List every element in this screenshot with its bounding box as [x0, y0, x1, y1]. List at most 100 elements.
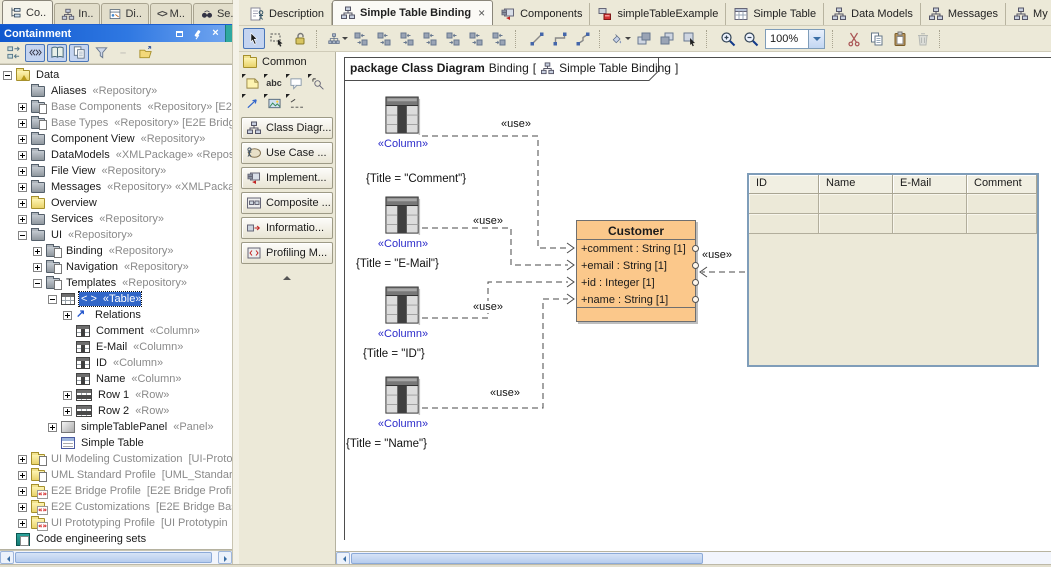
use-dependency-comment[interactable] — [422, 136, 568, 248]
left-tab-di[interactable]: Di.. — [101, 3, 149, 24]
palette-group-common[interactable]: Common — [241, 54, 333, 70]
expander-minus-icon[interactable] — [48, 295, 57, 304]
tree-item-ui-prototyping-profile[interactable]: UI Prototyping Profile[UI Prototypin — [0, 515, 232, 531]
tree-item-messages[interactable]: Messages«Repository» «XMLPackag — [0, 179, 232, 195]
tab-description[interactable]: Description — [242, 3, 332, 25]
tree-item-id[interactable]: ID«Column» — [0, 355, 232, 371]
left-tab-in[interactable]: In.. — [54, 3, 100, 24]
expander-plus-icon[interactable] — [33, 263, 42, 272]
tree-item-overview[interactable]: Overview — [0, 195, 232, 211]
tree-item-templates[interactable]: Templates«Repository» — [0, 275, 232, 291]
format-painter-button[interactable] — [610, 28, 632, 49]
palette-button-profiling-m[interactable]: Profiling M... — [241, 242, 333, 264]
expander-plus-icon[interactable] — [48, 423, 57, 432]
containment-title-bar[interactable]: Containment × — [0, 25, 232, 42]
send-to-back-button[interactable] — [656, 28, 678, 49]
class-attribute[interactable]: +comment : String [1] — [577, 241, 695, 258]
expander-plus-icon[interactable] — [18, 151, 27, 160]
tree-item-services[interactable]: Services«Repository» — [0, 211, 232, 227]
tree-item-datamodels[interactable]: DataModels«XMLPackage» «Reposit — [0, 147, 232, 163]
tree-item-e2e-customizations[interactable]: E2E Customizations[E2E Bridge Base — [0, 499, 232, 515]
use-edge-label[interactable]: «use» — [471, 301, 505, 313]
float-button[interactable] — [173, 27, 186, 40]
stack-vertically-button[interactable] — [442, 28, 464, 49]
expander-plus-icon[interactable] — [18, 199, 27, 208]
tree-item-[interactable]: < >«Table» — [0, 291, 232, 307]
tab-close-button[interactable]: × — [478, 6, 485, 20]
tab-simple-table-binding[interactable]: Simple Table Binding× — [332, 0, 493, 25]
zoom-in-button[interactable] — [717, 28, 739, 49]
scroll-left-arrow[interactable] — [0, 551, 14, 564]
class-attribute[interactable]: +name : String [1] — [577, 292, 695, 309]
tab-my-objects[interactable]: My Objects — [1006, 3, 1051, 25]
tree-item-navigation[interactable]: Navigation«Repository» — [0, 259, 232, 275]
scroll-right-arrow[interactable] — [218, 551, 232, 564]
palette-tool-anchor[interactable] — [307, 73, 329, 93]
scroll-thumb[interactable] — [351, 553, 703, 564]
column-title-constraint[interactable]: {Title = "E-Mail"} — [356, 258, 439, 270]
palette-tool-dashed-line[interactable] — [285, 93, 307, 113]
tab-messages[interactable]: Messages — [921, 3, 1006, 25]
use-edge-label[interactable]: «use» — [700, 249, 734, 261]
pin-button[interactable] — [191, 27, 204, 40]
class-attribute[interactable]: +email : String [1] — [577, 258, 695, 275]
expander-plus-icon[interactable] — [18, 215, 27, 224]
diagram-canvas[interactable]: package Class Diagram Binding [ Simple T… — [336, 52, 1051, 564]
diagram-frame-header[interactable]: package Class Diagram Binding [ Simple T… — [344, 57, 659, 81]
expander-plus-icon[interactable] — [18, 471, 27, 480]
expander-minus-icon[interactable] — [3, 71, 12, 80]
tree-item-ui-modeling-customization[interactable]: UI Modeling Customization[UI-Proto — [0, 451, 232, 467]
expander-plus-icon[interactable] — [18, 503, 27, 512]
align-middle-button[interactable] — [396, 28, 418, 49]
left-tab-co[interactable]: Co.. — [2, 0, 53, 24]
palette-button-implement[interactable]: Implement... — [241, 167, 333, 189]
cut-button[interactable] — [843, 28, 865, 49]
column-stereotype-label[interactable]: «Column» — [374, 418, 432, 430]
copy-button[interactable] — [866, 28, 888, 49]
expander-plus-icon[interactable] — [18, 119, 27, 128]
zoom-out-button[interactable] — [740, 28, 762, 49]
palette-button-use-case[interactable]: Use Case ... — [241, 142, 333, 164]
bring-to-front-button[interactable] — [633, 28, 655, 49]
line-style-oblique-button[interactable] — [572, 28, 594, 49]
column-node-2[interactable] — [384, 285, 422, 327]
open-in-new-tab-button[interactable] — [135, 44, 155, 62]
canvas-horizontal-scrollbar[interactable] — [336, 551, 1051, 564]
expander-minus-icon[interactable] — [33, 279, 42, 288]
line-style-diagonal-button[interactable] — [526, 28, 548, 49]
zoom-dropdown-button[interactable] — [808, 30, 824, 48]
paste-button[interactable] — [889, 28, 911, 49]
select-covered-button[interactable] — [679, 28, 701, 49]
expander-minus-icon[interactable] — [18, 231, 27, 240]
palette-button-class-diagr[interactable]: Class Diagr... — [241, 117, 333, 139]
use-edge-label[interactable]: «use» — [488, 387, 522, 399]
tree-item-data[interactable]: Data — [0, 67, 232, 83]
attribute-port[interactable] — [692, 262, 699, 269]
column-title-constraint[interactable]: {Title = "Name"} — [346, 438, 427, 450]
attribute-port[interactable] — [692, 245, 699, 252]
close-button[interactable]: × — [209, 27, 222, 40]
tree-item-code-engineering-sets[interactable]: Code engineering sets — [0, 531, 232, 547]
expander-plus-icon[interactable] — [63, 311, 72, 320]
expander-plus-icon[interactable] — [18, 455, 27, 464]
attribute-port[interactable] — [692, 296, 699, 303]
dropdown-arrow-icon[interactable] — [625, 37, 631, 43]
attribute-port[interactable] — [692, 279, 699, 286]
dash-button[interactable]: – — [113, 44, 133, 62]
column-title-constraint[interactable]: {Title = "ID"} — [363, 348, 425, 360]
distribute-vertically-button[interactable] — [373, 28, 395, 49]
tree-item-aliases[interactable]: Aliases«Repository» — [0, 83, 232, 99]
expander-plus-icon[interactable] — [63, 407, 72, 416]
distribute-horizontally-button[interactable] — [350, 28, 372, 49]
expander-plus-icon[interactable] — [63, 391, 72, 400]
scroll-thumb[interactable] — [15, 552, 212, 563]
stack-horizontally-button[interactable] — [465, 28, 487, 49]
tab-simple-table[interactable]: Simple Table — [726, 3, 824, 25]
tree-item-row-2[interactable]: Row 2«Row» — [0, 403, 232, 419]
tree-item-binding[interactable]: Binding«Repository» — [0, 243, 232, 259]
use-edge-label[interactable]: «use» — [471, 215, 505, 227]
tree-item-simpletablepanel[interactable]: simpleTablePanel«Panel» — [0, 419, 232, 435]
column-node-1[interactable] — [384, 195, 422, 237]
column-node-3[interactable] — [384, 375, 422, 417]
palette-button-informatio[interactable]: Informatio... — [241, 217, 333, 239]
